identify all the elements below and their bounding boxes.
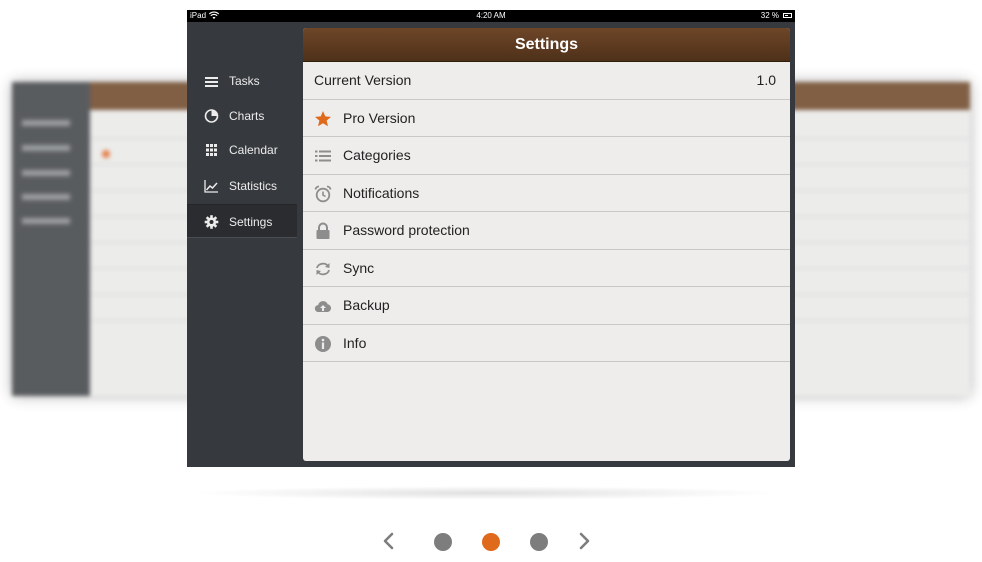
lock-icon: [316, 222, 330, 239]
setting-label: Password protection: [343, 222, 470, 238]
alarm-clock-icon: [314, 185, 332, 202]
setting-label: Info: [343, 334, 367, 351]
sidebar: Tasks Charts Calendar Statistics Setting…: [187, 22, 299, 467]
trend-line-icon: [204, 180, 218, 193]
setting-label: Sync: [343, 259, 375, 276]
sidebar-item-label: Settings: [229, 215, 273, 229]
setting-row-categories[interactable]: Categories: [303, 137, 790, 175]
setting-label: Current Version: [314, 72, 412, 88]
setting-row-pro-version[interactable]: Pro Version: [303, 100, 790, 137]
status-time: 4:20 AM: [476, 11, 506, 20]
info-icon: [315, 335, 331, 352]
chevron-right-icon[interactable]: [575, 532, 593, 550]
setting-row-current-version: Current Version 1.0: [303, 62, 790, 100]
sidebar-item-calendar[interactable]: Calendar: [187, 133, 297, 167]
sidebar-item-tasks[interactable]: Tasks: [187, 64, 297, 98]
background-sidebar: [12, 82, 90, 396]
setting-label: Pro Version: [343, 109, 416, 126]
settings-panel: Settings Current Version 1.0 Pro Version…: [303, 28, 790, 461]
pie-chart-icon: [204, 109, 219, 123]
chevron-left-icon[interactable]: [380, 532, 398, 550]
battery-icon: [783, 13, 792, 18]
setting-row-password-protection[interactable]: Password protection: [303, 212, 790, 250]
gear-icon: [204, 215, 219, 229]
cloud-upload-icon: [314, 301, 332, 313]
battery-percent: 32 %: [760, 11, 779, 20]
sidebar-item-charts[interactable]: Charts: [187, 99, 297, 133]
setting-label: Categories: [343, 147, 411, 163]
status-bar: iPad 4:20 AM 32 %: [187, 10, 795, 22]
sidebar-item-label: Calendar: [229, 143, 278, 157]
sidebar-item-label: Statistics: [229, 179, 278, 193]
ipad-screen: iPad 4:20 AM 32 % Tasks Charts Calendar …: [187, 10, 795, 467]
setting-label: Backup: [343, 297, 390, 313]
sidebar-item-statistics[interactable]: Statistics: [187, 169, 297, 203]
sync-icon: [316, 262, 330, 275]
list-icon: [205, 77, 218, 87]
page-dot-1[interactable]: [434, 533, 452, 551]
page-dot-3[interactable]: [530, 533, 548, 551]
sidebar-item-label: Tasks: [229, 74, 260, 88]
calendar-grid-icon: [206, 144, 217, 156]
page-dot-2-active[interactable]: [482, 533, 500, 551]
sidebar-item-settings[interactable]: Settings: [187, 204, 297, 238]
list-icon: [315, 150, 331, 162]
sidebar-item-label: Charts: [229, 109, 265, 123]
page-title: Settings: [303, 28, 790, 62]
version-value: 1.0: [756, 72, 776, 88]
setting-label: Notifications: [343, 184, 420, 201]
setting-row-sync[interactable]: Sync: [303, 250, 790, 287]
setting-row-backup[interactable]: Backup: [303, 287, 790, 325]
setting-row-notifications[interactable]: Notifications: [303, 175, 790, 212]
device-reflection: [190, 486, 780, 500]
carousel-pager: [0, 526, 982, 556]
setting-row-info[interactable]: Info: [303, 325, 790, 362]
star-icon: [315, 110, 331, 126]
